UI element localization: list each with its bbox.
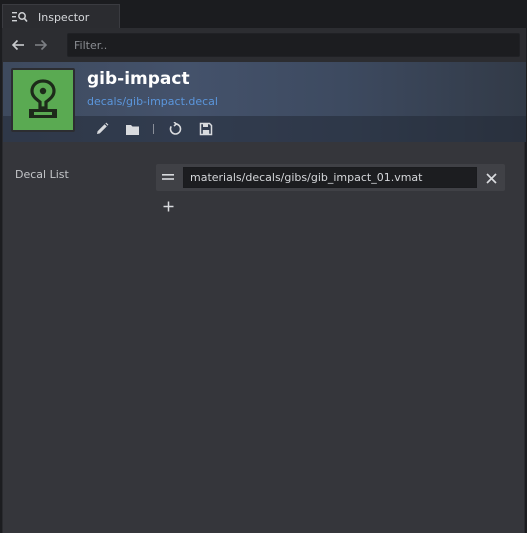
revert-icon [169,122,182,135]
close-icon [485,172,497,184]
remove-item-button[interactable] [481,168,501,188]
decal-stamp-icon [29,79,57,118]
add-item-button[interactable] [160,198,176,214]
inspector-toolbar [3,28,526,62]
edit-button[interactable] [93,120,111,138]
asset-thumbnail [11,68,75,132]
filter-input[interactable] [67,33,520,57]
inspector-panel: gib-impact decals/gib-impact.decal [2,28,526,533]
plus-icon [163,201,173,211]
inspector-search-icon [12,12,28,23]
tab-inspector[interactable]: Inspector [2,4,120,29]
arrow-left-icon [11,39,24,51]
save-button[interactable] [197,120,215,138]
tab-bar: Inspector [0,0,527,29]
decal-path-field[interactable] [183,167,477,188]
save-icon [199,122,213,136]
drag-handle-icon [162,174,174,180]
asset-path-link[interactable]: decals/gib-impact.decal [87,95,218,108]
open-folder-button[interactable] [123,120,141,138]
asset-title: gib-impact [87,69,190,89]
decal-list-item [156,164,505,191]
asset-header: gib-impact decals/gib-impact.decal [3,62,526,142]
revert-button[interactable] [166,120,184,138]
folder-icon [125,124,139,135]
back-button[interactable] [9,36,27,54]
header-separator [153,124,154,134]
drag-handle[interactable] [161,170,175,184]
arrow-right-icon [35,39,48,51]
header-action-band [3,116,526,142]
decal-list-label: Decal List [15,168,69,181]
pencil-icon [97,122,109,134]
tab-label: Inspector [38,10,90,24]
forward-button[interactable] [32,36,50,54]
